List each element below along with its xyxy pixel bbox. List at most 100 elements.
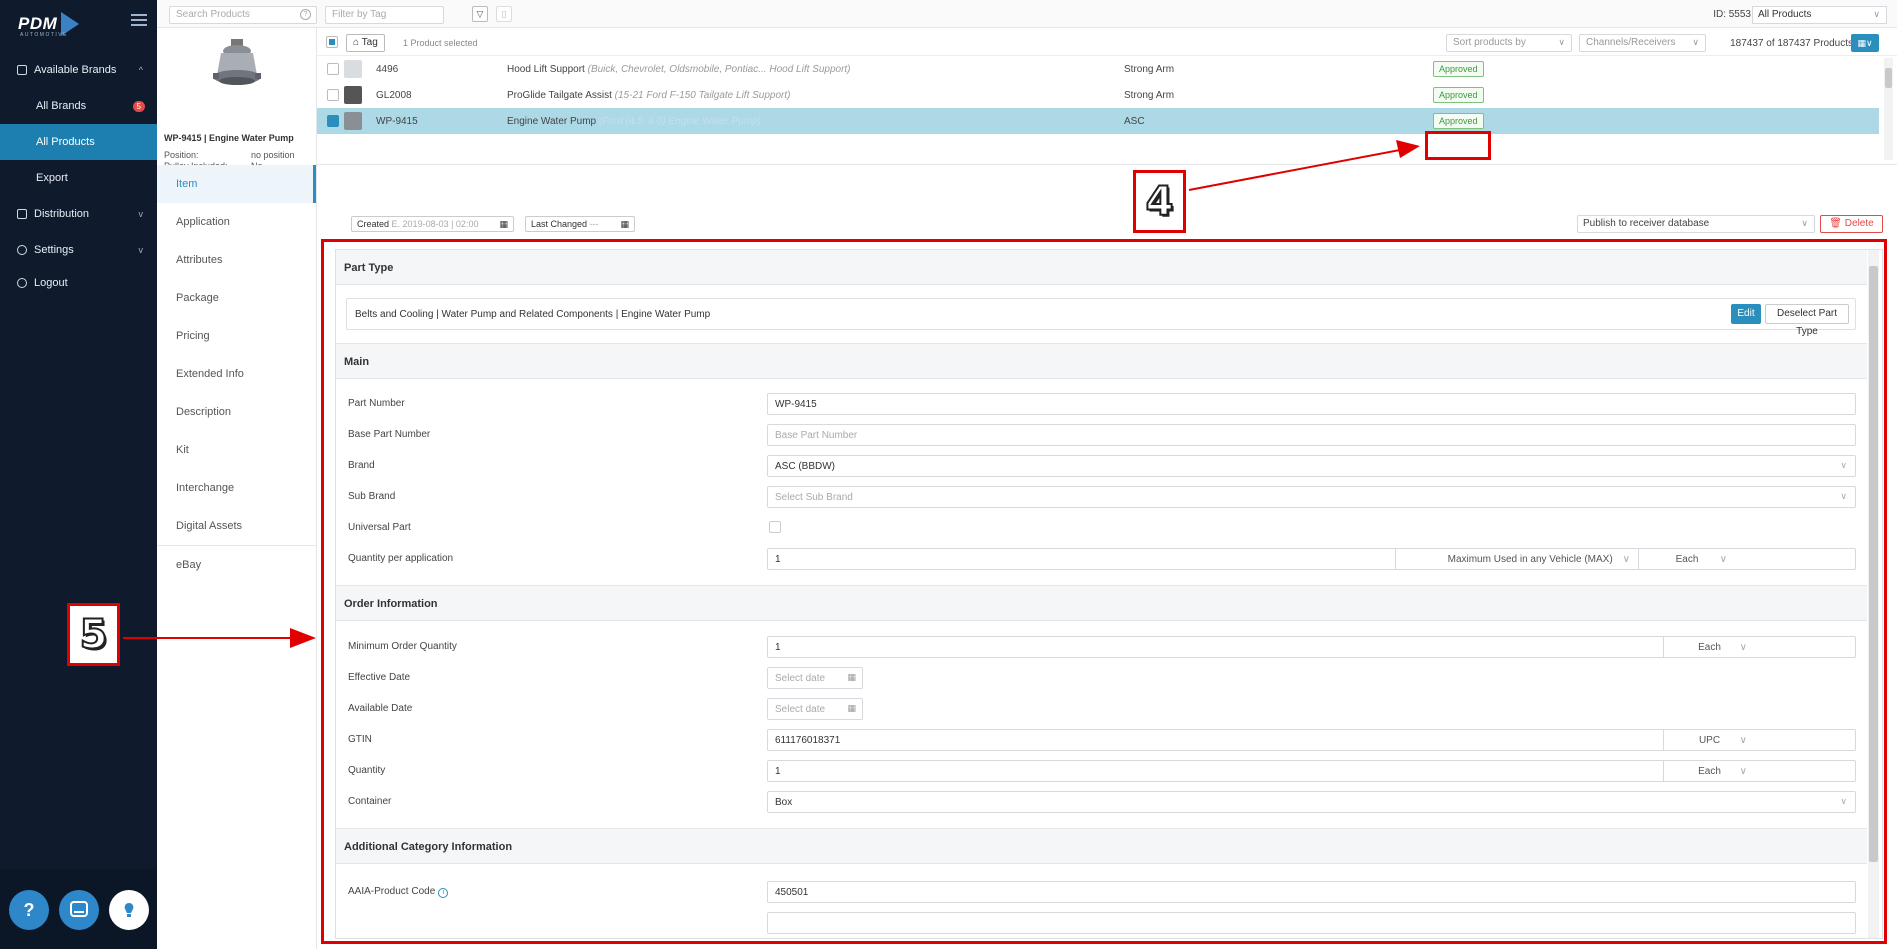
filter-icon[interactable]: ▽: [472, 6, 488, 22]
calendar-icon: ▦: [620, 219, 629, 229]
section-tab-extended-info[interactable]: Extended Info: [157, 355, 316, 393]
item-sections-nav: Item Application Attributes Package Pric…: [157, 165, 317, 949]
ideas-button[interactable]: [109, 890, 149, 930]
sort-select[interactable]: Sort products by ∨: [1446, 34, 1572, 52]
delete-button[interactable]: 🗑︎ Delete: [1820, 215, 1883, 233]
tag-filter-input[interactable]: Filter by Tag: [325, 6, 444, 24]
table-row[interactable]: GL2008 ProGlide Tailgate Assist (15-21 F…: [317, 82, 1879, 108]
gear-icon: [17, 245, 27, 255]
last-changed-picker[interactable]: Last Changed --- ▦: [525, 216, 635, 232]
view-toggle-button[interactable]: ▦∨: [1851, 34, 1879, 52]
edit-part-type-button[interactable]: Edit: [1731, 304, 1761, 324]
chevron-down-icon: ∨: [1873, 9, 1880, 19]
section-tab-kit[interactable]: Kit: [157, 431, 316, 469]
container-select[interactable]: Box ∨: [767, 791, 1856, 813]
section-header-order-information: Order Information: [336, 585, 1867, 621]
filter-reset-icon[interactable]: ▯: [496, 6, 512, 22]
sub-brand-select[interactable]: Select Sub Brand ∨: [767, 486, 1856, 508]
chevron-down-icon: ∨: [1558, 37, 1565, 47]
info-icon[interactable]: i: [438, 888, 449, 898]
section-tab-digital-assets[interactable]: Digital Assets: [157, 507, 316, 545]
sub-brand-placeholder: Select Sub Brand: [775, 492, 853, 503]
delete-label: Delete: [1844, 218, 1874, 229]
collapse-menu-icon[interactable]: [131, 14, 147, 28]
base-part-number-input[interactable]: Base Part Number: [767, 424, 1856, 446]
row-checkbox[interactable]: [327, 63, 339, 75]
annotation-callout-5: 5: [67, 603, 120, 666]
section-tab-package[interactable]: Package: [157, 279, 316, 317]
sidebar-item-distribution[interactable]: Distribution v: [0, 196, 157, 232]
search-products-input[interactable]: Search Products ?: [169, 6, 317, 24]
sidebar-item-label: Distribution: [34, 208, 90, 220]
deselect-part-type-button[interactable]: Deselect Part Type: [1765, 304, 1849, 337]
gtin-type-select[interactable]: UPC ∨: [1663, 730, 1755, 750]
edit-icon: [17, 65, 27, 75]
min-order-value: 1: [775, 642, 781, 653]
chevron-down-icon: ∨: [1801, 218, 1808, 228]
sidebar-item-all-brands[interactable]: All Brands 5: [0, 88, 157, 124]
universal-part-checkbox[interactable]: [769, 521, 781, 533]
section-tab-pricing[interactable]: Pricing: [157, 317, 316, 355]
created-date-picker[interactable]: Created E. 2019-08-03 | 02:00 ▦: [351, 216, 514, 232]
min-uom-value: Each: [1698, 642, 1721, 653]
field-label: Quantity per application: [348, 553, 454, 564]
qty-uom-select[interactable]: Each ∨: [1638, 549, 1735, 569]
table-row[interactable]: 4496 Hood Lift Support (Buick, Chevrolet…: [317, 56, 1879, 82]
calendar-icon: ▦: [847, 703, 856, 713]
available-date-picker[interactable]: Select date ▦: [767, 698, 863, 720]
part-number: WP-9415: [376, 116, 418, 127]
section-tab-description[interactable]: Description: [157, 393, 316, 431]
brand-select[interactable]: ASC (BBDW) ∨: [767, 455, 1856, 477]
section-tab-application[interactable]: Application: [157, 203, 316, 241]
chat-button[interactable]: [59, 890, 99, 930]
form-row: Container Box ∨: [336, 789, 1867, 815]
form-scrollbar[interactable]: [1868, 250, 1879, 938]
form-row: Base Part Number Base Part Number: [336, 422, 1867, 448]
product-scope-select[interactable]: All Products ∨: [1752, 6, 1887, 24]
section-header-main: Main: [336, 343, 1867, 379]
chevron-down-icon: v: [138, 245, 144, 255]
quantity-uom-select[interactable]: Each ∨: [1663, 761, 1755, 781]
form-row: Minimum Order Quantity 1 Each ∨: [336, 634, 1867, 660]
table-row-selected[interactable]: WP-9415 Engine Water Pump (Ford (4.5, 6.…: [317, 108, 1879, 134]
sidebar-item-label: All Brands: [36, 100, 87, 112]
next-field-input[interactable]: [767, 912, 1856, 934]
section-tab-item[interactable]: Item: [157, 165, 316, 203]
scrollbar-thumb[interactable]: [1869, 266, 1878, 862]
pdm-logo[interactable]: PDM AUTOMOTIVE: [18, 10, 80, 38]
aaia-product-code-input[interactable]: 450501: [767, 881, 1856, 903]
minimum-order-quantity-input[interactable]: 1 Each ∨: [767, 636, 1856, 658]
section-tab-interchange[interactable]: Interchange: [157, 469, 316, 507]
min-order-uom-select[interactable]: Each ∨: [1663, 637, 1755, 657]
qty-type-select[interactable]: Maximum Used in any Vehicle (MAX) ∨: [1395, 549, 1638, 569]
help-button[interactable]: ?: [9, 890, 49, 930]
sidebar-item-available-brands[interactable]: Available Brands ^: [0, 52, 157, 88]
callout-number: 4: [1145, 178, 1175, 226]
row-checkbox[interactable]: [327, 115, 339, 127]
quantity-input[interactable]: 1 Each ∨: [767, 760, 1856, 782]
sidebar-item-export[interactable]: Export: [0, 160, 157, 196]
part-number-input[interactable]: WP-9415: [767, 393, 1856, 415]
sidebar-item-all-products[interactable]: All Products: [0, 124, 157, 160]
product-list-scrollbar[interactable]: [1884, 58, 1893, 160]
sidebar-item-logout[interactable]: Logout: [0, 268, 157, 298]
status-badge: Approved: [1433, 87, 1484, 103]
scrollbar-thumb[interactable]: [1885, 68, 1892, 88]
tag-button[interactable]: ⌂ Tag: [346, 34, 385, 52]
field-label: Universal Part: [348, 522, 411, 533]
quantity-per-application-input[interactable]: 1 Maximum Used in any Vehicle (MAX) ∨ Eac…: [767, 548, 1856, 570]
field-label: Sub Brand: [348, 491, 396, 502]
row-checkbox[interactable]: [327, 89, 339, 101]
part-type-value: Belts and Cooling | Water Pump and Relat…: [355, 309, 711, 320]
gtin-input[interactable]: 611176018371 UPC ∨: [767, 729, 1856, 751]
search-help-icon[interactable]: ?: [300, 9, 311, 20]
channels-select[interactable]: Channels/Receivers ∨: [1579, 34, 1706, 52]
effective-date-picker[interactable]: Select date ▦: [767, 667, 863, 689]
section-tab-ebay[interactable]: eBay: [157, 546, 316, 584]
select-all-checkbox[interactable]: [326, 36, 338, 48]
top-toolbar: Search Products ? Filter by Tag ▽ ▯ ID: …: [157, 0, 1897, 28]
section-tab-attributes[interactable]: Attributes: [157, 241, 316, 279]
publish-select[interactable]: Publish to receiver database ∨: [1577, 215, 1815, 233]
sidebar-item-settings[interactable]: Settings v: [0, 232, 157, 268]
brand-value: ASC (BBDW): [775, 461, 835, 472]
